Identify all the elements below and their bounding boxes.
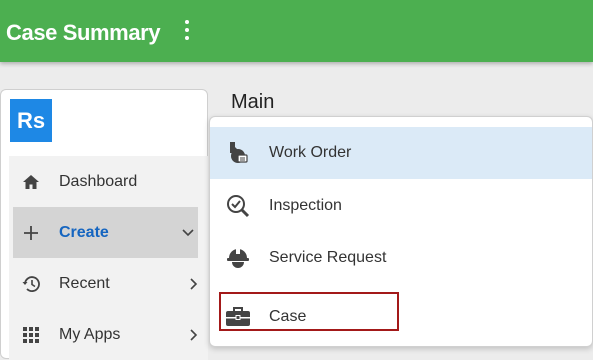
page-title: Case Summary xyxy=(6,20,161,45)
briefcase-icon xyxy=(224,303,252,331)
menu-item-service-request[interactable]: Service Request xyxy=(210,232,592,284)
menu-item-label: Case xyxy=(269,308,307,325)
app-bar: Case Summary xyxy=(0,0,593,62)
chevron-right-icon[interactable] xyxy=(188,277,200,290)
home-icon xyxy=(21,172,41,192)
main-heading: Main xyxy=(231,91,275,113)
menu-item-inspection[interactable]: Inspection xyxy=(210,180,592,232)
menu-item-work-order[interactable]: Work Order xyxy=(210,127,592,179)
history-icon xyxy=(21,274,41,294)
sidebar-item-recent[interactable]: Recent xyxy=(9,258,208,309)
chevron-down-icon[interactable] xyxy=(182,227,194,239)
sidebar-item-my-apps[interactable]: My Apps xyxy=(9,309,208,360)
menu-item-case[interactable]: Case xyxy=(210,291,592,343)
sidebar-item-label: Create xyxy=(59,223,109,241)
logo: Rs xyxy=(10,99,52,142)
sidebar-item-dashboard[interactable]: Dashboard xyxy=(9,156,208,207)
sidebar: Rs Dashboard Create Recent My Apps xyxy=(0,89,208,360)
hard-hat-icon xyxy=(224,244,252,272)
sidebar-item-label: My Apps xyxy=(59,325,121,343)
menu-item-label: Work Order xyxy=(269,144,352,161)
apps-grid-icon xyxy=(21,325,41,345)
plus-icon xyxy=(21,223,41,243)
chevron-right-icon[interactable] xyxy=(188,328,200,341)
create-menu: Work Order Inspection Service Request Ca… xyxy=(209,116,593,347)
work-order-icon xyxy=(224,139,252,167)
more-vert-icon[interactable] xyxy=(179,20,195,46)
sidebar-item-label: Dashboard xyxy=(59,172,138,190)
sidebar-item-create[interactable]: Create xyxy=(13,207,198,258)
inspection-icon xyxy=(224,192,252,220)
menu-item-label: Service Request xyxy=(269,249,387,266)
sidebar-item-label: Recent xyxy=(59,274,110,292)
menu-item-label: Inspection xyxy=(269,197,342,214)
nav-list: Dashboard Create Recent My Apps xyxy=(9,156,208,360)
